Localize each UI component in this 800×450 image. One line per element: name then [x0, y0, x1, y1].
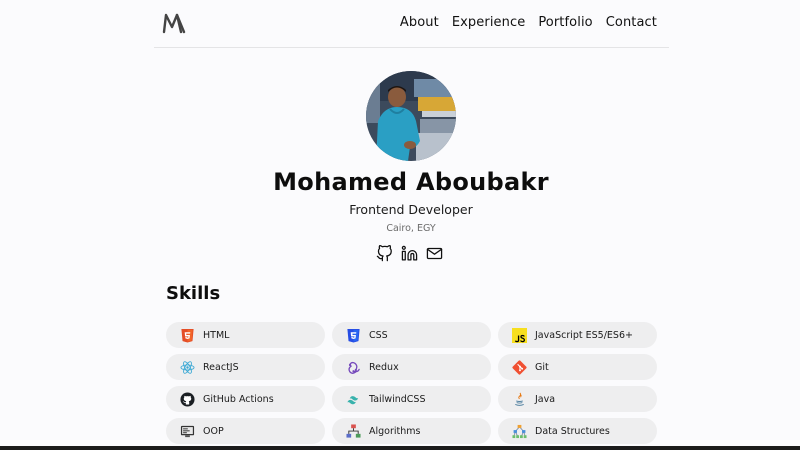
skill-label: JavaScript ES5/ES6+: [535, 329, 633, 341]
skill-label: CSS: [369, 329, 388, 341]
mail-icon[interactable]: [426, 245, 443, 262]
nav-link-about[interactable]: About: [400, 15, 439, 30]
skill-github-actions[interactable]: GitHub Actions: [166, 386, 325, 412]
skill-html[interactable]: HTML: [166, 322, 325, 348]
skill-javascript[interactable]: JavaScript ES5/ES6+: [498, 322, 657, 348]
nav-links: About Experience Portfolio Contact: [400, 15, 657, 30]
react-icon: [180, 360, 195, 374]
avatar: [366, 71, 456, 161]
skills-grid: HTML CSS JavaScript ES5/ES6+ ReactJS Red…: [166, 322, 657, 444]
skills-heading: Skills: [166, 283, 221, 304]
social-links: [376, 245, 443, 262]
linkedin-icon[interactable]: [401, 245, 418, 262]
skill-label: Java: [535, 393, 556, 405]
profile-location: Cairo, EGY: [386, 223, 436, 234]
css3-icon: [347, 328, 360, 343]
java-icon: [515, 392, 524, 406]
skill-java[interactable]: Java: [498, 386, 657, 412]
skill-redux[interactable]: Redux: [332, 354, 491, 380]
skill-algorithms[interactable]: Algorithms: [332, 418, 491, 444]
redux-icon: [348, 361, 360, 374]
logo-icon[interactable]: [162, 12, 186, 34]
profile-role: Frontend Developer: [349, 202, 473, 217]
skill-tailwindcss[interactable]: TailwindCSS: [332, 386, 491, 412]
skill-label: HTML: [203, 329, 230, 341]
nav-link-portfolio[interactable]: Portfolio: [538, 15, 592, 30]
skill-label: Algorithms: [369, 425, 421, 437]
profile-name: Mohamed Aboubakr: [273, 168, 549, 196]
git-icon: [512, 359, 527, 375]
algorithms-icon: [346, 423, 361, 438]
skill-oop[interactable]: OOP: [166, 418, 325, 444]
github-actions-icon: [180, 391, 195, 407]
github-icon[interactable]: [376, 245, 393, 262]
skill-label: GitHub Actions: [203, 393, 274, 405]
skill-label: TailwindCSS: [369, 393, 426, 405]
html5-icon: [181, 328, 194, 343]
skill-label: Git: [535, 361, 549, 373]
skill-label: Data Structures: [535, 425, 610, 437]
oop-icon: [180, 425, 195, 437]
navbar: About Experience Portfolio Contact: [154, 0, 669, 48]
skill-git[interactable]: Git: [498, 354, 657, 380]
skill-data-structures[interactable]: Data Structures: [498, 418, 657, 444]
bottom-bar: [0, 446, 800, 450]
nav-link-contact[interactable]: Contact: [606, 15, 657, 30]
skill-reactjs[interactable]: ReactJS: [166, 354, 325, 380]
nav-link-experience[interactable]: Experience: [452, 15, 526, 30]
skill-label: ReactJS: [203, 361, 239, 373]
skill-label: Redux: [369, 361, 399, 373]
tailwind-icon: [347, 395, 359, 404]
skill-css[interactable]: CSS: [332, 322, 491, 348]
data-structures-icon: [512, 424, 527, 438]
javascript-icon: [512, 327, 527, 343]
skill-label: OOP: [203, 425, 224, 437]
